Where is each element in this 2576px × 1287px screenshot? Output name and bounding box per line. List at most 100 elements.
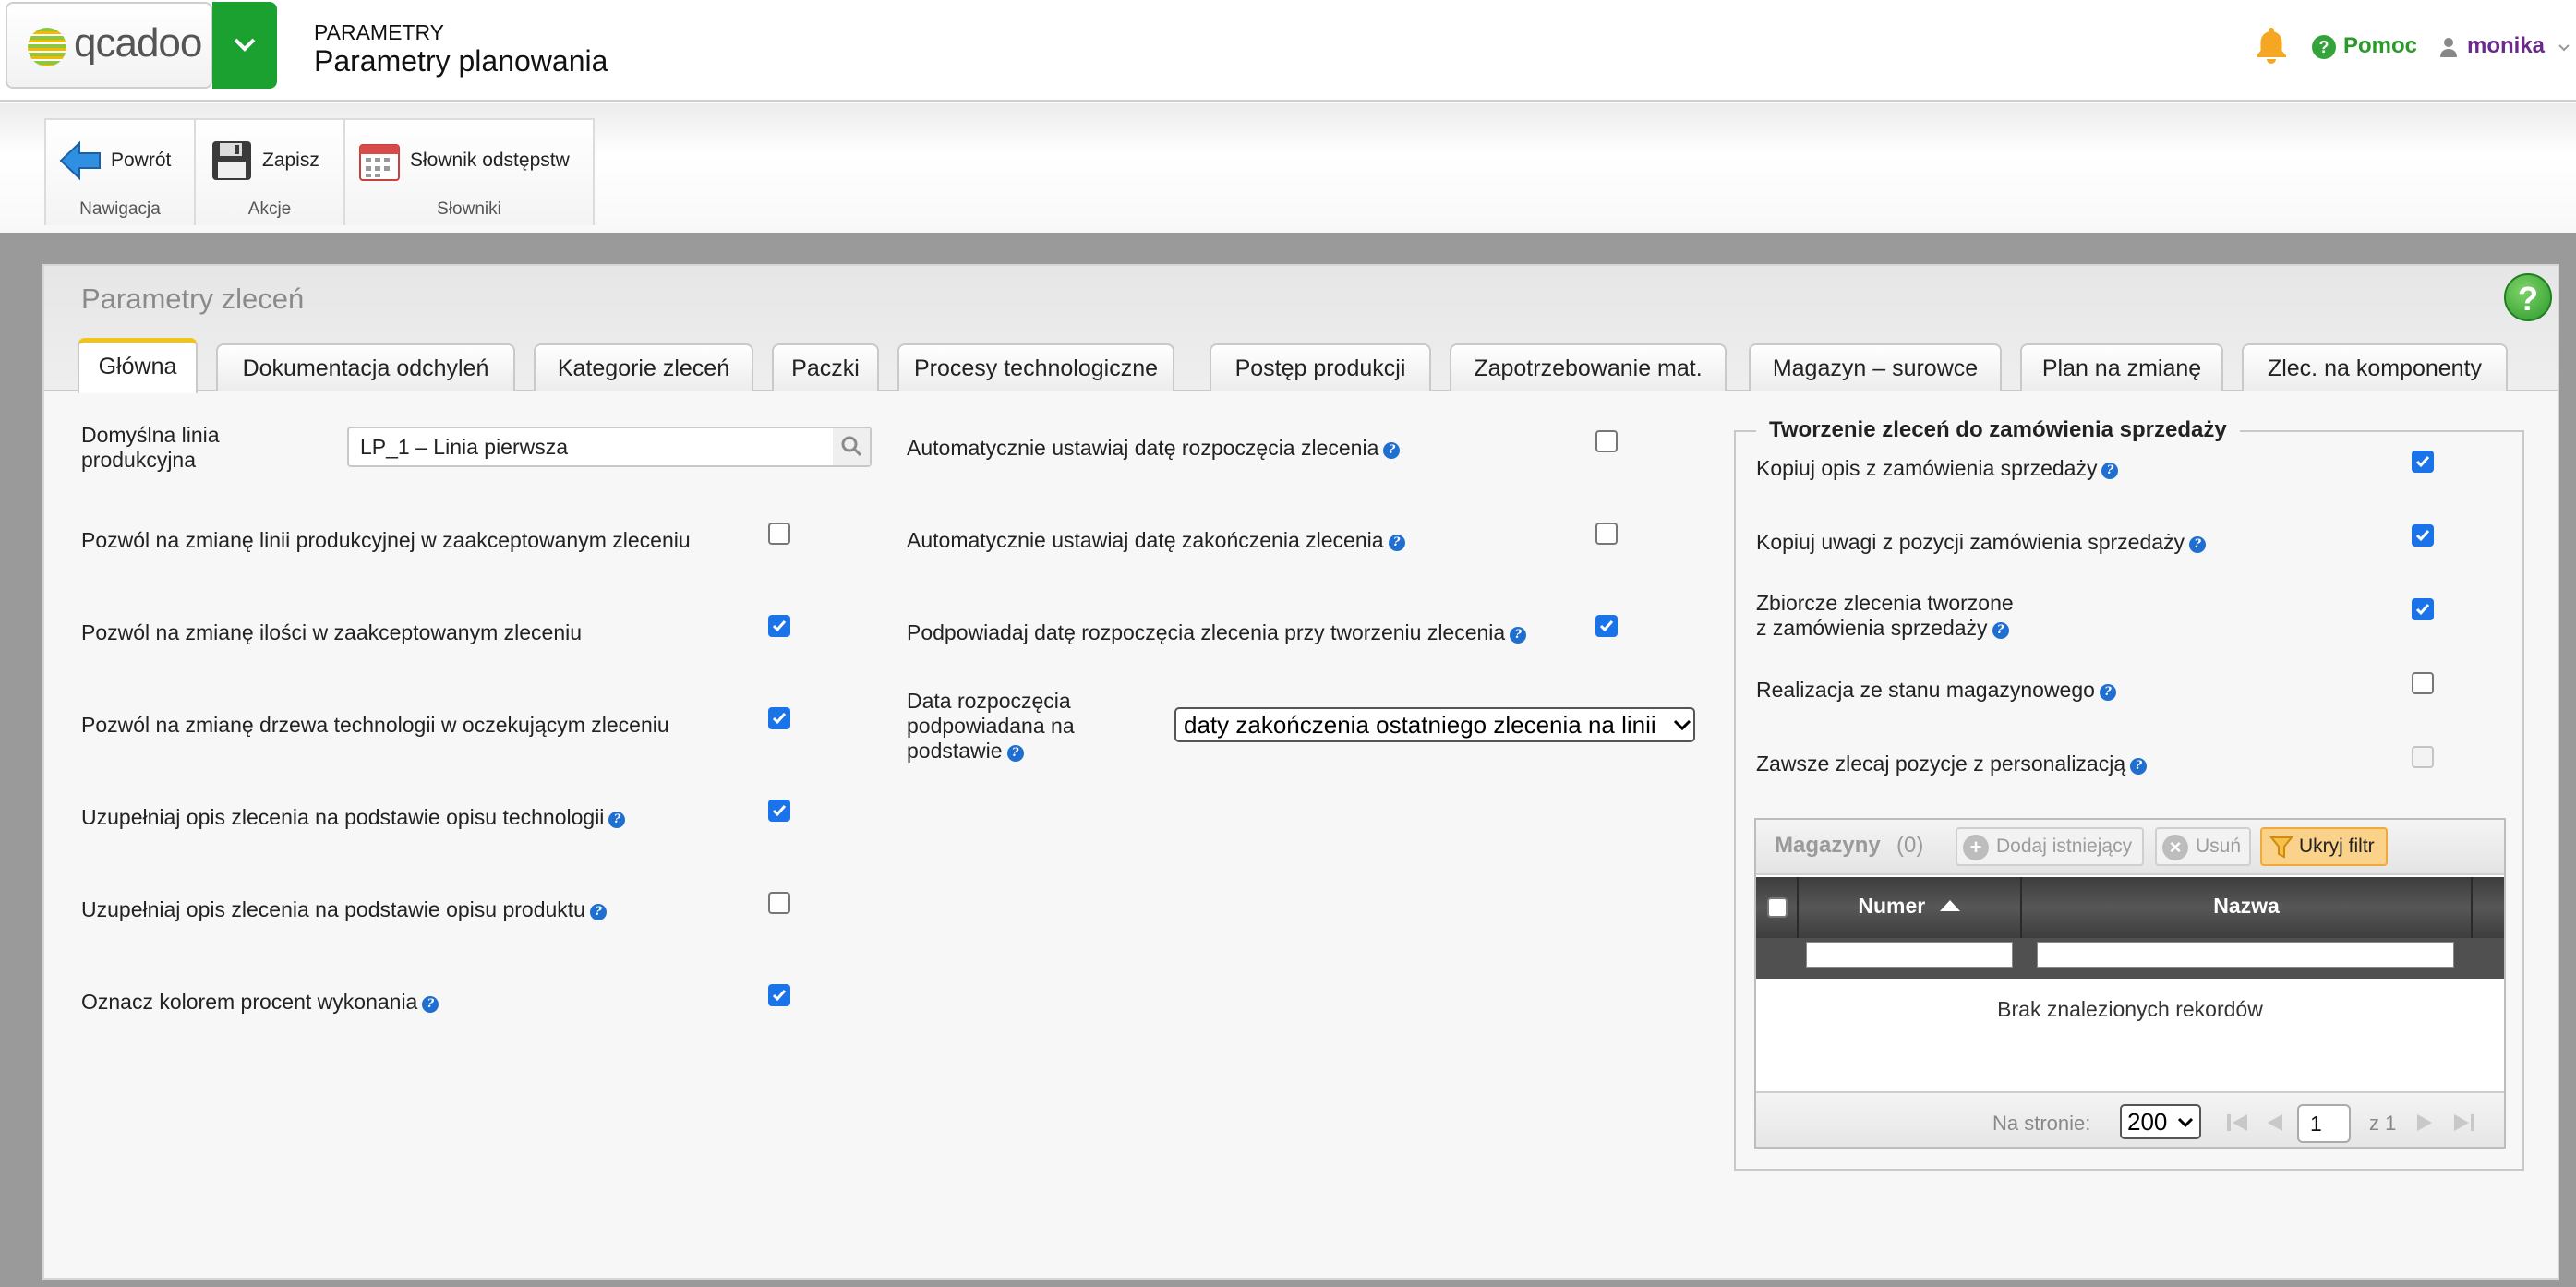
warehouse-stock-checkbox[interactable] xyxy=(2412,672,2434,694)
allow-tech-tree-change-checkbox[interactable] xyxy=(768,707,790,729)
chevron-down-icon[interactable] xyxy=(2558,41,2570,57)
search-icon[interactable] xyxy=(833,428,870,465)
close-icon: × xyxy=(2162,835,2188,860)
sort-ascending-icon xyxy=(1939,900,1960,911)
add-existing-button[interactable]: + Dodaj istniejący xyxy=(1956,827,2144,866)
suggest-start-date-checkbox[interactable] xyxy=(1595,615,1618,637)
column-header-number[interactable]: Numer xyxy=(1799,877,2022,938)
hide-filter-button[interactable]: Ukryj filtr xyxy=(2260,827,2388,866)
chevron-down-icon xyxy=(234,38,256,52)
collective-orders-checkbox[interactable] xyxy=(2412,598,2434,620)
info-icon[interactable]: ? xyxy=(589,904,607,920)
tab-packages[interactable]: Paczki xyxy=(772,343,879,391)
field-label: Realizacja ze stanu magazynowego? xyxy=(1756,678,2116,703)
info-icon[interactable]: ? xyxy=(1006,745,1024,762)
select-all-cell xyxy=(1756,877,1799,938)
default-line-input[interactable]: LP_1 – Linia pierwsza xyxy=(347,427,872,467)
back-button[interactable]: Powrót xyxy=(59,133,171,188)
allow-line-change-checkbox[interactable] xyxy=(768,523,790,545)
save-button[interactable]: Zapisz xyxy=(211,133,319,188)
default-line-label: Domyślna linia produkcyjna xyxy=(81,423,220,472)
remove-button[interactable]: × Usuń xyxy=(2155,827,2251,866)
chevron-down-icon xyxy=(1673,718,1691,736)
tab-main[interactable]: Główna xyxy=(78,338,198,393)
field-label: Oznacz kolorem procent wykonania? xyxy=(81,990,439,1015)
per-page-select[interactable]: 200 xyxy=(2120,1104,2201,1139)
info-icon[interactable]: ? xyxy=(608,812,626,828)
info-icon[interactable]: ? xyxy=(1510,627,1527,644)
auto-start-date-checkbox[interactable] xyxy=(1595,430,1618,452)
menu-toggle-button[interactable] xyxy=(212,2,277,89)
field-label: Pozwól na zmianę ilości w zaakceptowanym… xyxy=(81,620,583,644)
filter-name-input[interactable] xyxy=(2037,942,2454,968)
previous-page-icon[interactable] xyxy=(2264,1112,2284,1138)
copy-description-checkbox[interactable] xyxy=(2412,451,2434,473)
next-page-icon[interactable] xyxy=(2415,1112,2436,1138)
tab-deviation-docs[interactable]: Dokumentacja odchyleń xyxy=(216,343,515,391)
panel-title: Parametry zleceń xyxy=(81,283,305,315)
personalization-checkbox xyxy=(2412,746,2434,768)
tab-shift-plan[interactable]: Plan na zmianę xyxy=(2020,343,2223,391)
page-title: Parametry planowania xyxy=(314,44,608,78)
auto-end-date-checkbox[interactable] xyxy=(1595,523,1618,545)
start-date-basis-select[interactable]: daty zakończenia ostatniego zlecenia na … xyxy=(1174,707,1695,742)
save-button-label: Zapisz xyxy=(262,150,319,171)
start-date-basis-label: Data rozpoczęcia podpowiadana na podstaw… xyxy=(907,689,1075,763)
fill-desc-from-tech-checkbox[interactable] xyxy=(768,800,790,822)
info-icon[interactable]: ? xyxy=(1992,622,2009,639)
column-header-name[interactable]: Nazwa xyxy=(2022,877,2473,938)
allow-quantity-change-checkbox[interactable] xyxy=(768,615,790,637)
grid-count: (0) xyxy=(1896,833,1924,858)
tab-component-orders[interactable]: Zlec. na komponenty xyxy=(2242,343,2508,391)
info-icon[interactable]: ? xyxy=(2130,758,2148,775)
tab-tech-processes[interactable]: Procesy technologiczne xyxy=(897,343,1174,391)
deviation-dictionary-button[interactable]: Słownik odstępstw xyxy=(358,133,570,188)
page-total: z 1 xyxy=(2369,1112,2397,1135)
field-label: Uzupełniaj opis zlecenia na podstawie op… xyxy=(81,897,607,922)
help-icon[interactable]: ? xyxy=(2504,273,2552,321)
info-icon[interactable]: ? xyxy=(2101,463,2119,479)
notifications-bell-icon[interactable] xyxy=(2255,26,2288,69)
page-number-input[interactable]: 1 xyxy=(2297,1104,2351,1143)
grid-empty-message: Brak znalezionych rekordów xyxy=(1997,997,2263,1021)
info-icon[interactable]: ? xyxy=(1388,535,1405,551)
ribbon-group-label: Akcje xyxy=(247,199,292,219)
help-icon[interactable]: ? xyxy=(2312,35,2336,59)
chevron-down-icon xyxy=(2177,1117,2194,1128)
field-label: Automatycznie ustawiaj datę rozpoczęcia … xyxy=(907,436,1401,461)
copy-notes-checkbox[interactable] xyxy=(2412,524,2434,547)
info-icon[interactable]: ? xyxy=(422,996,439,1013)
save-icon xyxy=(212,141,251,180)
back-arrow-icon xyxy=(59,140,101,181)
tab-warehouse-raw[interactable]: Magazyn – surowce xyxy=(1749,343,2002,391)
color-progress-checkbox[interactable] xyxy=(768,984,790,1006)
field-label: Zawsze zlecaj pozycje z personalizacją? xyxy=(1756,752,2148,776)
info-icon[interactable]: ? xyxy=(2189,536,2207,553)
ribbon-group-actions: Zapisz Akcje xyxy=(194,118,345,225)
field-label: Uzupełniaj opis zlecenia na podstawie op… xyxy=(81,805,626,830)
help-link[interactable]: Pomoc xyxy=(2343,33,2417,59)
user-icon xyxy=(2439,37,2458,62)
funnel-icon xyxy=(2269,836,2293,859)
deviation-dictionary-label: Słownik odstępstw xyxy=(410,150,570,171)
ribbon-group-dictionaries: Słownik odstępstw Słowniki xyxy=(343,118,595,225)
fieldset-legend: Tworzenie zleceń do zamówienia sprzedaży xyxy=(1756,417,2240,443)
ribbon-group-label: Słowniki xyxy=(437,199,501,219)
info-icon[interactable]: ? xyxy=(2099,684,2116,701)
field-label: Zbiorcze zlecenia tworzone z zamówienia … xyxy=(1756,591,2014,640)
tab-order-categories[interactable]: Kategorie zleceń xyxy=(534,343,753,391)
plus-icon: + xyxy=(1963,835,1989,860)
fill-desc-from-product-checkbox[interactable] xyxy=(768,892,790,914)
info-icon[interactable]: ? xyxy=(1383,442,1401,459)
logo-text: qcadoo xyxy=(74,20,202,66)
calendar-icon xyxy=(359,144,400,181)
logo-home-link[interactable]: qcadoo xyxy=(6,2,212,89)
select-all-checkbox[interactable] xyxy=(1767,897,1788,918)
tab-production-progress[interactable]: Postęp produkcji xyxy=(1210,343,1431,391)
filter-number-input[interactable] xyxy=(1806,942,2013,968)
last-page-icon[interactable] xyxy=(2452,1112,2476,1138)
ribbon-group-label: Nawigacja xyxy=(79,199,161,219)
first-page-icon[interactable] xyxy=(2225,1112,2249,1138)
tab-material-requirements[interactable]: Zapotrzebowanie mat. xyxy=(1450,343,1727,391)
user-menu[interactable]: monika xyxy=(2467,33,2545,59)
